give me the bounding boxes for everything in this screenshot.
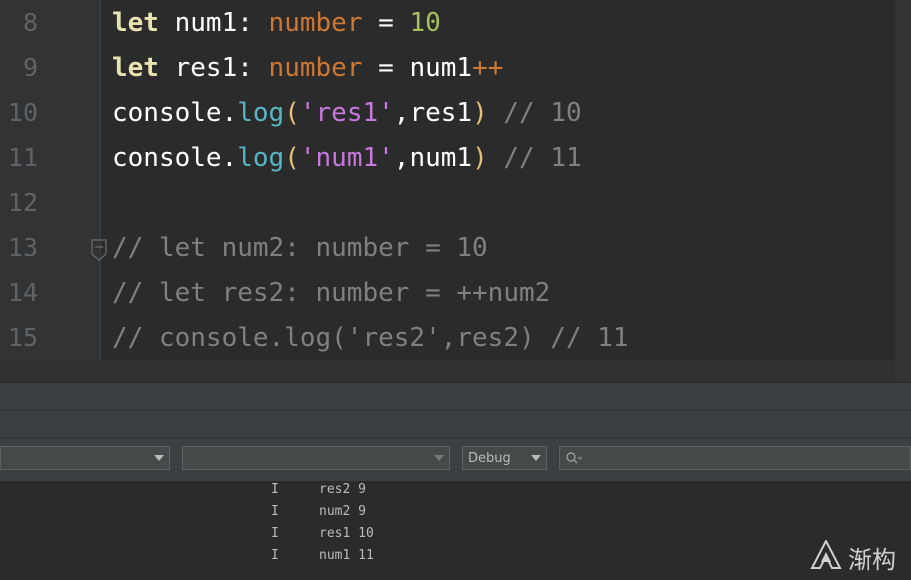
code-token: ( (284, 98, 300, 128)
log-row[interactable]: Ires2 9 (0, 479, 911, 501)
code-token: console (112, 143, 222, 173)
log-message: num1 11 (319, 548, 374, 563)
logo-icon (810, 540, 842, 569)
line-number: 13 (7, 233, 38, 262)
logcat-toolbar: Debug (0, 438, 911, 481)
code-token: 'num1' (299, 143, 394, 173)
code-line[interactable]: // console.log('res2',res2) // 11 (112, 323, 629, 353)
line-number: 12 (7, 188, 38, 217)
chevron-down-icon (434, 455, 444, 461)
chevron-down-icon (154, 455, 164, 461)
code-token: // 10 (487, 98, 582, 128)
log-level: I (271, 504, 279, 519)
code-token: res1 (409, 98, 473, 128)
watermark-text: 渐构 (848, 546, 896, 574)
logcat-panel-header (0, 383, 911, 411)
code-token: ) (472, 98, 488, 128)
log-level-select[interactable]: Debug (462, 446, 547, 470)
code-token: : (237, 53, 253, 83)
code-token: num1 (409, 53, 473, 83)
code-token: . (221, 143, 238, 173)
watermark: 渐构 (810, 538, 905, 574)
code-token: = (362, 53, 410, 83)
code-token: . (221, 98, 238, 128)
code-token: // let num2: number = 10 (112, 233, 488, 263)
code-token: let (112, 53, 159, 83)
code-token: ( (284, 143, 300, 173)
log-search-input[interactable] (559, 446, 911, 470)
gutter-separator (100, 0, 101, 360)
log-message: res1 10 (319, 526, 374, 541)
line-number-gutter: 8 9 10 11 12 13 14 15 (0, 0, 100, 360)
code-token: let (112, 8, 159, 38)
code-token: num1 (409, 143, 473, 173)
log-message: num2 9 (319, 504, 366, 519)
code-token: // console.log('res2',res2) // 11 (112, 323, 629, 353)
code-token: 10 (409, 8, 441, 38)
line-number: 8 (22, 8, 38, 37)
code-line[interactable]: console.log('num1',num1) // 11 (112, 143, 582, 173)
code-token: number (252, 53, 363, 83)
editor-horizontal-scrollbar[interactable] (0, 360, 895, 382)
process-select[interactable] (182, 446, 450, 470)
code-token: 'res1' (299, 98, 394, 128)
code-token: // let res2: number = ++num2 (112, 278, 551, 308)
code-token: res1 (158, 53, 238, 83)
search-icon (566, 452, 583, 464)
log-row[interactable]: Inum1 11 (0, 545, 911, 567)
editor-vertical-scrollbar[interactable] (895, 0, 911, 382)
fold-marker-icon[interactable] (91, 239, 107, 261)
line-number: 14 (7, 278, 38, 307)
code-token: , (393, 98, 410, 128)
code-token: , (393, 143, 410, 173)
code-line[interactable]: let num1: number = 10 (112, 8, 441, 38)
log-level: I (271, 548, 279, 563)
log-row[interactable]: Inum2 9 (0, 501, 911, 523)
device-select[interactable] (0, 446, 170, 470)
log-level: I (271, 482, 279, 497)
code-token: ) (472, 143, 488, 173)
code-token: console (112, 98, 222, 128)
logcat-tab-strip (0, 411, 911, 438)
code-token: : (237, 8, 253, 38)
code-line[interactable]: // let res2: number = ++num2 (112, 278, 550, 308)
log-level-value: Debug (468, 451, 511, 466)
chevron-down-icon (531, 455, 541, 461)
log-row[interactable]: Ires1 10 (0, 523, 911, 545)
code-line[interactable]: console.log('res1',res1) // 10 (112, 98, 582, 128)
log-level: I (271, 526, 279, 541)
log-message: res2 9 (319, 482, 366, 497)
code-token: = (362, 8, 410, 38)
line-number: 9 (22, 53, 38, 82)
line-number: 10 (7, 98, 38, 127)
code-token: ++ (472, 53, 504, 83)
line-number: 11 (7, 143, 38, 172)
line-number: 15 (7, 323, 38, 352)
code-editor[interactable]: 8 9 10 11 12 13 14 15 let num1: number = 10 let … (0, 0, 911, 360)
code-token: number (252, 8, 363, 38)
code-line[interactable]: // let num2: number = 10 (112, 233, 488, 263)
code-token: num1 (158, 8, 238, 38)
code-token: log (237, 98, 285, 128)
logcat-output[interactable]: Ires2 9 Inum2 9 Ires1 10 Inum1 11 (0, 481, 911, 580)
code-line[interactable]: let res1: number = num1++ (112, 53, 503, 83)
code-token: // 11 (487, 143, 582, 173)
code-token: log (237, 143, 285, 173)
